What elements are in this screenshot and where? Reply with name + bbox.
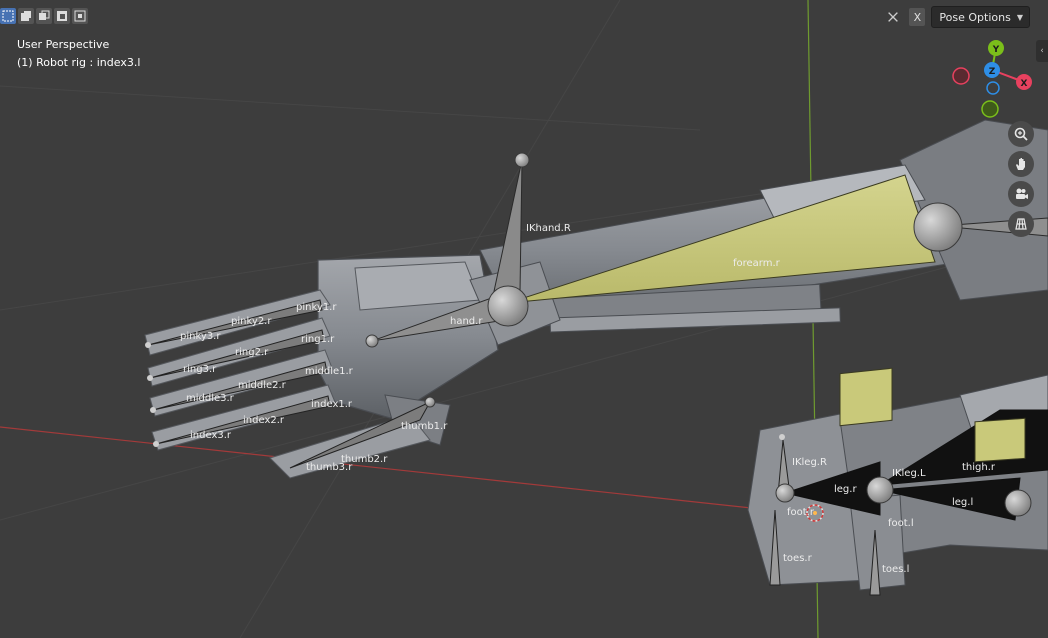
bone-label-hand-r: hand.r	[450, 316, 483, 327]
chevron-down-icon: ▼	[1016, 12, 1023, 22]
gizmo-neg-z-axis[interactable]	[986, 81, 1000, 95]
select-box-icon[interactable]	[0, 8, 16, 24]
pose-options-dropdown[interactable]: Pose Options ▼	[931, 6, 1030, 28]
gizmo-y-label: Y	[992, 45, 1000, 55]
sidebar-toggle-icon[interactable]: ‹	[1036, 40, 1048, 62]
active-object-label: (1) Robot rig : index3.l	[17, 56, 141, 69]
scene-canvas[interactable]: IKhand.R forearm.r hand.r pinky1.r pinky…	[0, 0, 1048, 638]
select-mode-group	[0, 8, 88, 24]
zoom-icon[interactable]	[1008, 121, 1034, 147]
bone-label-thumb3-r: thumb3.r	[306, 462, 353, 473]
bone-label-foot-l: foot.l	[888, 518, 914, 529]
bone-label-index2-r: index2.r	[243, 415, 285, 426]
3d-viewport[interactable]: IKhand.R forearm.r hand.r pinky1.r pinky…	[0, 0, 1048, 638]
bone-label-middle3-r: middle3.r	[186, 393, 235, 404]
bone-label-ring2-r: ring2.r	[235, 347, 269, 358]
bone-label-middle1-r: middle1.r	[305, 366, 354, 377]
bone-label-pinky2-r: pinky2.r	[231, 316, 272, 327]
navigation-gizmo[interactable]: Y X Z	[952, 40, 1032, 118]
leg-l-selected[interactable]	[974, 417, 1026, 463]
bone-label-pinky3-r: pinky3.r	[180, 331, 221, 342]
bone-label-index3-r: index3.r	[190, 430, 232, 441]
header-right: X Pose Options ▼	[883, 6, 1048, 28]
bone-label-ikhand-r: IKhand.R	[526, 223, 571, 234]
bone-label-ring1-r: ring1.r	[301, 334, 335, 345]
view-name: User Perspective	[17, 38, 110, 51]
pose-options-label: Pose Options	[939, 10, 1011, 24]
bone-label-thumb1-r: thumb1.r	[401, 421, 448, 432]
pan-hand-icon[interactable]	[1008, 151, 1034, 177]
grid-ortho-icon[interactable]	[1008, 211, 1034, 237]
mode-subtract-icon[interactable]	[54, 8, 70, 24]
bone-label-ring3-r: ring3.r	[183, 364, 217, 375]
bone-label-foot-r: foot.r	[787, 507, 815, 518]
bone-label-middle2-r: middle2.r	[238, 380, 287, 391]
gizmo-z-label: Z	[989, 67, 996, 77]
bone-label-toes-l: toes.l	[882, 564, 909, 575]
bone-label-pinky1-r: pinky1.r	[296, 302, 337, 313]
ikhand-bone[interactable]	[492, 159, 523, 297]
transform-affect-icon[interactable]	[883, 7, 903, 27]
gizmo-neg-y-axis[interactable]	[981, 100, 999, 118]
leg-r-selected[interactable]	[839, 367, 893, 427]
bone-label-leg-l: leg.l	[952, 497, 973, 508]
gizmo-neg-x-axis[interactable]	[952, 67, 970, 85]
bone-label-toes-r: toes.r	[783, 553, 813, 564]
mode-extend-icon[interactable]	[36, 8, 52, 24]
bone-label-ikleg-r: IKleg.R	[792, 457, 827, 468]
camera-icon[interactable]	[1008, 181, 1034, 207]
mode-new-icon[interactable]	[18, 8, 34, 24]
x-mirror-button[interactable]: X	[909, 8, 926, 26]
bone-label-leg-r: leg.r	[834, 484, 857, 495]
gizmo-x-label: X	[1021, 79, 1028, 89]
hand-mesh	[317, 254, 561, 446]
bone-label-ikleg-l: IKleg.L	[892, 468, 926, 479]
bone-label-thigh-r: thigh.r	[962, 462, 996, 473]
bone-label-forearm-r: forearm.r	[733, 258, 781, 269]
bone-label-index1-r: index1.r	[311, 399, 353, 410]
mode-intersect-icon[interactable]	[72, 8, 88, 24]
